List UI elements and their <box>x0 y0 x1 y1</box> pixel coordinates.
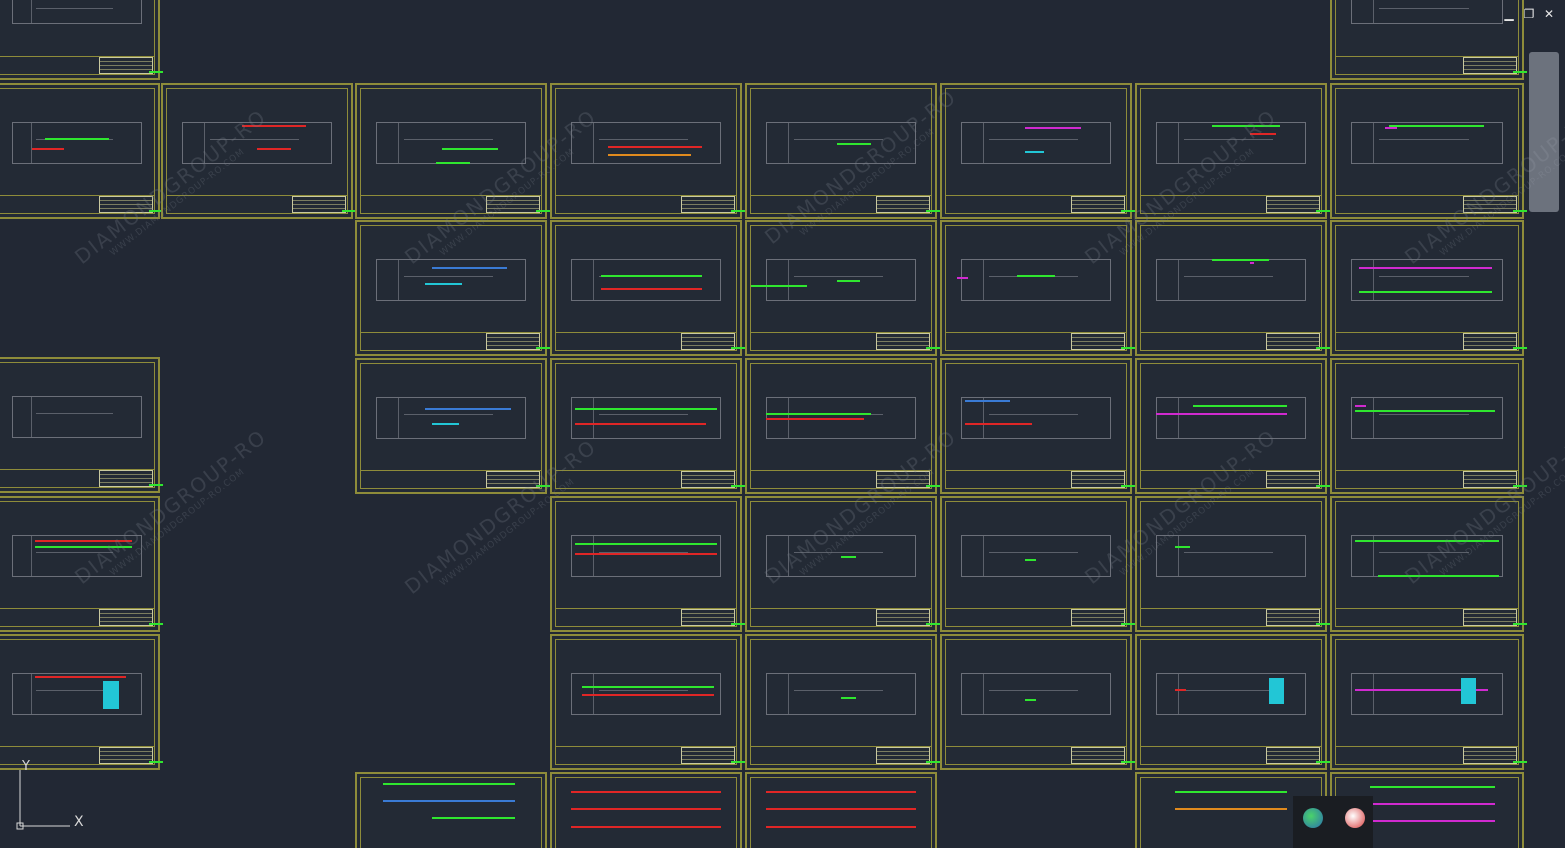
drawing-sheet[interactable] <box>745 358 940 494</box>
ucs-x-label: X <box>74 814 84 830</box>
drawing-sheet[interactable] <box>355 220 550 356</box>
window-controls: ▁ ❐ ✕ <box>1501 6 1557 22</box>
drawing-sheet[interactable] <box>1330 496 1527 632</box>
ucs-y-label: Y <box>21 759 30 774</box>
drawing-sheet[interactable] <box>940 496 1135 632</box>
riser-diagram-sheet[interactable] <box>745 772 937 848</box>
drawing-sheet[interactable] <box>0 0 163 80</box>
drawing-sheet[interactable] <box>550 358 745 494</box>
drawing-sheet[interactable] <box>550 83 745 219</box>
drawing-sheet[interactable] <box>1330 634 1527 770</box>
drawing-sheet[interactable] <box>940 358 1135 494</box>
drawing-sheet[interactable] <box>1135 220 1330 356</box>
drawing-sheet[interactable] <box>940 83 1135 219</box>
navigation-bar[interactable] <box>1529 52 1559 212</box>
drawing-sheet[interactable] <box>355 358 550 494</box>
drawing-sheet[interactable] <box>0 357 163 493</box>
drawing-sheet[interactable] <box>1135 496 1330 632</box>
drawing-sheet[interactable] <box>1330 358 1527 494</box>
drawing-sheet[interactable] <box>0 634 163 770</box>
drawing-sheet[interactable] <box>940 634 1135 770</box>
minimize-icon[interactable]: ▁ <box>1501 6 1517 22</box>
drawing-sheet[interactable] <box>1135 634 1330 770</box>
drawing-sheet[interactable] <box>1330 220 1527 356</box>
taskbar-tray <box>1293 796 1373 848</box>
drawing-sheet[interactable] <box>1135 358 1330 494</box>
drawing-sheet[interactable] <box>550 634 745 770</box>
restore-icon[interactable]: ❐ <box>1521 6 1537 22</box>
drawing-sheet[interactable] <box>1330 83 1527 219</box>
drawing-sheet[interactable] <box>1135 83 1330 219</box>
riser-diagram-sheet[interactable] <box>550 772 742 848</box>
drawing-sheet[interactable] <box>161 83 356 219</box>
drawing-sheet[interactable] <box>940 220 1135 356</box>
ucs-axis-icon: Y X <box>16 759 84 830</box>
riser-diagram-sheet[interactable] <box>355 772 547 848</box>
drawing-sheet[interactable] <box>745 83 940 219</box>
drawing-sheet[interactable] <box>745 220 940 356</box>
drawing-sheet[interactable] <box>355 83 550 219</box>
drawing-sheet[interactable] <box>745 634 940 770</box>
app-icon[interactable] <box>1345 808 1365 828</box>
drawing-sheet[interactable] <box>0 496 163 632</box>
cad-model-space[interactable]: DIAMONDGROUP-RO WWW.DIAMONDGROUP-RO.COM D… <box>0 0 1565 848</box>
drawing-sheet[interactable] <box>550 220 745 356</box>
drawing-sheet[interactable] <box>0 83 163 219</box>
drawing-sheet[interactable] <box>1330 0 1527 80</box>
drawing-sheet[interactable] <box>550 496 745 632</box>
close-icon[interactable]: ✕ <box>1541 6 1557 22</box>
drawing-sheet[interactable] <box>745 496 940 632</box>
app-icon[interactable] <box>1303 808 1323 828</box>
